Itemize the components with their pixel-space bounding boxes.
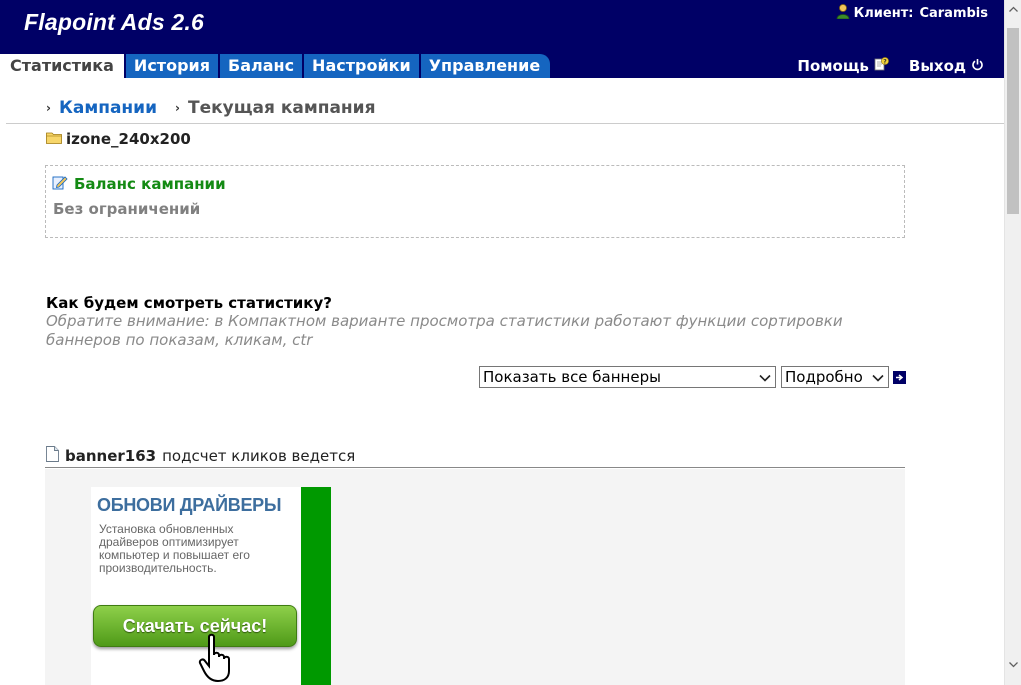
tab-statistics[interactable]: Статистика <box>0 54 124 78</box>
chevron-down-icon <box>872 368 884 386</box>
chevron-right-icon: › <box>46 101 51 115</box>
client-name: Carambis <box>919 6 988 21</box>
view-mode-select[interactable]: Подробно <box>781 366 889 388</box>
zone-heading: izone_240x200 <box>46 130 191 148</box>
banner-ad-image[interactable]: ОБНОВИ ДРАЙВЕРЫ Установка обновленных др… <box>91 487 331 685</box>
folder-icon <box>46 130 62 148</box>
edit-icon <box>52 174 68 194</box>
balance-title-text: Баланс кампании <box>74 175 226 193</box>
help-link-label: Помощь <box>797 56 869 75</box>
app-title: Flapoint Ads 2.6 <box>24 9 204 35</box>
banner-heading: banner163 подсчет кликов ведется <box>46 446 355 466</box>
header-bar: Flapoint Ads 2.6 Клиент: Carambis Статис… <box>0 0 1004 78</box>
help-icon: ? <box>874 56 889 75</box>
help-link[interactable]: Помощь ? <box>797 56 889 75</box>
stats-controls: Показать все баннеры Подробно <box>479 366 906 388</box>
balance-title: Баланс кампании <box>52 174 226 194</box>
logout-link-label: Выход <box>908 56 966 75</box>
ad-title: ОБНОВИ ДРАЙВЕРЫ <box>97 495 282 515</box>
view-mode-value: Подробно <box>785 368 863 386</box>
divider <box>45 467 905 468</box>
campaign-balance-box: Баланс кампании Без ограничений <box>45 165 905 238</box>
tab-settings[interactable]: Настройки <box>304 54 419 78</box>
breadcrumb-campaigns-link[interactable]: Кампании <box>59 98 157 118</box>
tab-management[interactable]: Управление <box>420 54 551 78</box>
stats-question: Как будем смотреть статистику? <box>46 294 332 312</box>
banner-status: подсчет кликов ведется <box>162 447 356 465</box>
tab-history[interactable]: История <box>125 54 218 78</box>
scrollbar-thumb[interactable] <box>1007 28 1019 214</box>
divider <box>6 123 1004 124</box>
power-icon <box>971 57 984 75</box>
user-icon <box>836 4 850 23</box>
vertical-scrollbar[interactable] <box>1004 0 1021 685</box>
banner-filter-select[interactable]: Показать все баннеры <box>479 366 776 388</box>
tab-balance[interactable]: Баланс <box>220 54 303 78</box>
svg-text:?: ? <box>883 58 887 65</box>
scroll-up-arrow-icon[interactable] <box>1005 0 1021 17</box>
banner-filter-value: Показать все баннеры <box>483 368 661 386</box>
chevron-down-icon <box>759 368 771 386</box>
banner-preview-area: ОБНОВИ ДРАЙВЕРЫ Установка обновленных др… <box>45 469 905 685</box>
breadcrumb-current: Текущая кампания <box>187 98 376 118</box>
ad-text: Установка обновленных драйверов оптимизи… <box>99 522 250 575</box>
breadcrumb: › Кампании › Текущая кампания <box>46 98 376 118</box>
logout-link[interactable]: Выход <box>909 56 984 75</box>
zone-name: izone_240x200 <box>66 130 191 148</box>
chevron-right-icon: › <box>175 101 180 115</box>
go-arrow-icon[interactable] <box>893 370 906 384</box>
client-label: Клиент: <box>853 6 914 21</box>
header-links: Помощь ? Выход <box>797 56 984 75</box>
main-tabs: Статистика История Баланс Настройки Упра… <box>0 54 552 78</box>
hand-cursor-icon <box>198 633 230 683</box>
ad-green-stripe <box>301 487 331 685</box>
balance-value: Без ограничений <box>53 200 201 218</box>
stats-note: Обратите внимание: в Компактном варианте… <box>46 312 843 349</box>
file-icon <box>46 446 59 466</box>
scroll-down-arrow-icon[interactable] <box>1005 656 1021 673</box>
banner-name: banner163 <box>65 447 157 465</box>
ad-download-button: Скачать сейчас! <box>93 605 297 647</box>
client-info: Клиент: Carambis <box>836 4 988 23</box>
